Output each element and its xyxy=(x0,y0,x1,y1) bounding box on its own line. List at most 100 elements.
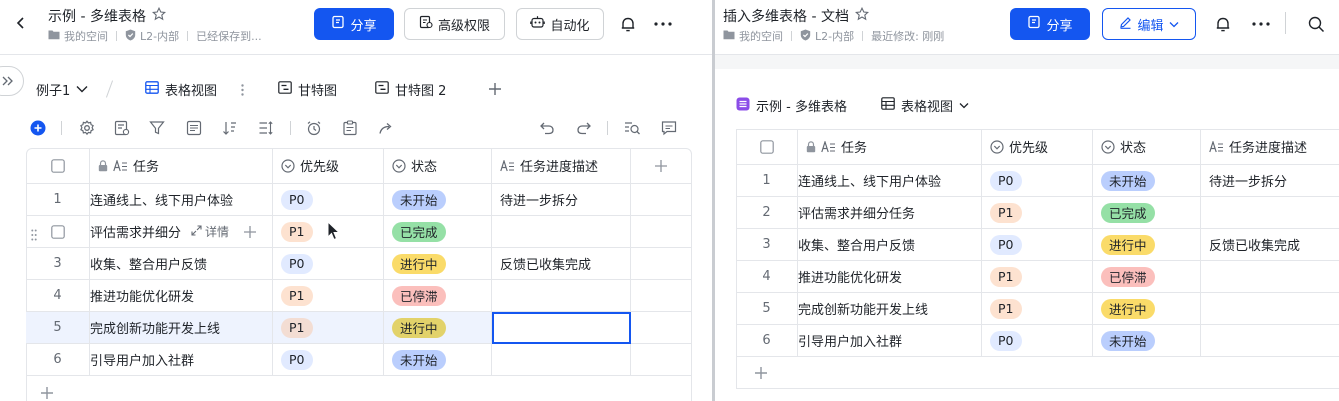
view-options-icon[interactable] xyxy=(241,81,244,96)
search-icon[interactable] xyxy=(1305,13,1327,35)
embedded-view-selector[interactable]: 表格视图 xyxy=(881,96,969,115)
cell-status[interactable]: 进行中 xyxy=(384,248,492,280)
cell-task[interactable]: 引导用户加入社群 xyxy=(90,344,273,376)
breadcrumb-space[interactable]: 我的空间 xyxy=(739,28,783,44)
alarm-icon[interactable] xyxy=(305,119,323,137)
filter-icon[interactable] xyxy=(148,119,166,137)
cell-status[interactable]: 已停滞 xyxy=(384,280,492,312)
search-records-icon[interactable] xyxy=(623,119,641,137)
tab-gantt[interactable]: 甘特图 xyxy=(278,79,337,99)
embedded-bitable-link[interactable]: 示例 - 多维表格 xyxy=(736,96,847,115)
cell-priority[interactable]: P0 xyxy=(273,344,384,376)
column-header-progress[interactable]: 任务进度描述 xyxy=(1201,129,1339,165)
cell-progress[interactable] xyxy=(1201,261,1339,293)
add-row-icon[interactable] xyxy=(36,382,58,401)
drag-handle-icon[interactable] xyxy=(31,226,37,241)
cell-progress[interactable] xyxy=(1201,197,1339,229)
cell-priority[interactable]: P1 xyxy=(982,293,1093,325)
advanced-permission-button[interactable]: 高级权限 xyxy=(404,8,505,40)
cell-progress[interactable] xyxy=(492,216,631,248)
tab-grid-view[interactable]: 表格视图 xyxy=(145,79,217,99)
add-field-icon[interactable] xyxy=(631,148,691,184)
column-header-status[interactable]: 状态 xyxy=(1093,129,1201,165)
cell-task[interactable]: 收集、整合用户反馈 xyxy=(798,229,982,261)
cell-status[interactable]: 未开始 xyxy=(1093,165,1201,197)
cell-task[interactable]: 引导用户加入社群 xyxy=(798,325,982,357)
cell-priority[interactable]: P0 xyxy=(982,325,1093,357)
cell-status[interactable]: 未开始 xyxy=(1093,325,1201,357)
cell-priority[interactable]: P1 xyxy=(982,261,1093,293)
cell-priority[interactable]: P1 xyxy=(273,312,384,344)
back-arrow-icon[interactable] xyxy=(10,12,32,34)
cell-task[interactable]: 推进功能优化研发 xyxy=(90,280,273,312)
automation-button[interactable]: 自动化 xyxy=(516,8,604,40)
bell-icon[interactable] xyxy=(617,13,639,35)
edit-button[interactable]: 编辑 xyxy=(1102,8,1196,40)
cell-status[interactable]: 未开始 xyxy=(384,344,492,376)
cell-progress[interactable] xyxy=(1201,325,1339,357)
column-header-task[interactable]: 任务 xyxy=(90,148,273,184)
security-level[interactable]: L2-内部 xyxy=(815,28,854,44)
cell-task[interactable]: 评估需求并细分 详情 xyxy=(90,216,273,248)
form-icon[interactable] xyxy=(113,119,131,137)
cell-task[interactable]: 连通线上、线下用户体验 xyxy=(90,184,273,216)
select-all-checkbox[interactable] xyxy=(26,148,90,184)
undo-icon[interactable] xyxy=(538,119,556,137)
row-add-icon[interactable] xyxy=(243,225,257,239)
cell-status[interactable]: 进行中 xyxy=(1093,229,1201,261)
cell-status[interactable]: 未开始 xyxy=(384,184,492,216)
share-button[interactable]: 分享 xyxy=(314,8,394,40)
column-header-status[interactable]: 状态 xyxy=(384,148,492,184)
share-button[interactable]: 分享 xyxy=(1010,8,1090,40)
add-row-icon[interactable] xyxy=(750,362,772,384)
cell-priority[interactable]: P0 xyxy=(982,229,1093,261)
add-view-icon[interactable] xyxy=(484,78,506,100)
tab-gantt-2[interactable]: 甘特图 2 xyxy=(375,79,446,99)
column-header-progress[interactable]: 任务进度描述 xyxy=(492,148,631,184)
cell-task[interactable]: 完成创新功能开发上线 xyxy=(798,293,982,325)
redo-icon[interactable] xyxy=(575,119,593,137)
cell-progress[interactable]: 待进一步拆分 xyxy=(492,184,631,216)
breadcrumb-space[interactable]: 我的空间 xyxy=(64,28,108,44)
column-header-priority[interactable]: 优先级 xyxy=(273,148,384,184)
selected-cell[interactable] xyxy=(492,312,631,344)
cell-status[interactable]: 已停滞 xyxy=(1093,261,1201,293)
cell-priority[interactable]: P0 xyxy=(273,184,384,216)
cell-status[interactable]: 已完成 xyxy=(384,216,492,248)
cell-progress[interactable]: 反馈已收集完成 xyxy=(1201,229,1339,261)
cell-task[interactable]: 完成创新功能开发上线 xyxy=(90,312,273,344)
expand-sidebar-icon[interactable] xyxy=(0,66,24,96)
star-icon[interactable] xyxy=(854,6,870,25)
sort-icon[interactable] xyxy=(221,119,239,137)
cell-priority[interactable]: P1 xyxy=(982,197,1093,229)
cell-status[interactable]: 进行中 xyxy=(1093,293,1201,325)
cell-status[interactable]: 已完成 xyxy=(1093,197,1201,229)
add-record-icon[interactable] xyxy=(29,119,47,137)
row-height-icon[interactable] xyxy=(257,119,275,137)
cell-progress[interactable]: 待进一步拆分 xyxy=(1201,165,1339,197)
share-arrow-icon[interactable] xyxy=(377,119,395,137)
clipboard-icon[interactable] xyxy=(341,119,359,137)
row-detail-button[interactable]: 详情 xyxy=(191,223,229,240)
table-selector[interactable]: 例子1 xyxy=(36,79,88,99)
group-icon[interactable] xyxy=(185,119,203,137)
settings-icon[interactable] xyxy=(78,119,96,137)
comment-icon[interactable] xyxy=(660,119,678,137)
star-icon[interactable] xyxy=(151,6,167,25)
cell-task[interactable]: 收集、整合用户反馈 xyxy=(90,248,273,280)
cell-priority[interactable]: P0 xyxy=(273,248,384,280)
column-header-priority[interactable]: 优先级 xyxy=(982,129,1093,165)
cell-task[interactable]: 连通线上、线下用户体验 xyxy=(798,165,982,197)
cell-task[interactable]: 推进功能优化研发 xyxy=(798,261,982,293)
select-all-checkbox[interactable] xyxy=(736,129,798,165)
security-level[interactable]: L2-内部 xyxy=(140,28,179,44)
cell-priority[interactable]: P0 xyxy=(982,165,1093,197)
cell-progress[interactable] xyxy=(492,344,631,376)
bell-icon[interactable] xyxy=(1212,13,1234,35)
more-icon[interactable] xyxy=(652,13,674,35)
cell-progress[interactable]: 反馈已收集完成 xyxy=(492,248,631,280)
cell-status[interactable]: 进行中 xyxy=(384,312,492,344)
cell-priority[interactable]: P1 xyxy=(273,280,384,312)
more-icon[interactable] xyxy=(1250,13,1272,35)
cell-progress[interactable] xyxy=(1201,293,1339,325)
